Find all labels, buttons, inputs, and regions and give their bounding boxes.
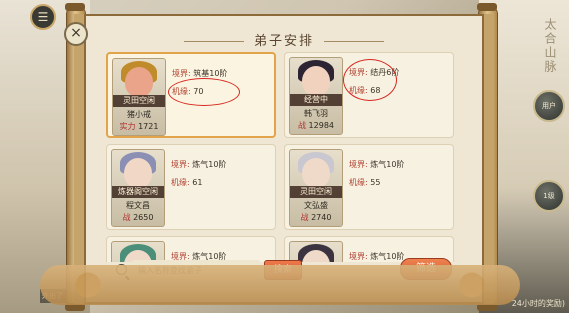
annotation-circle [343,59,397,101]
status-badge: 灵田空闲 [290,186,342,198]
disciple-name: 程文昌 [126,201,150,210]
realm-label: 境界: [349,160,368,169]
portrait-face [125,67,153,97]
realm-row: 境界: 炼气10阶 [349,159,404,170]
annotation-circle [168,78,240,106]
realm-value: 炼气10阶 [370,160,405,169]
disciple-portrait: 经营中 韩飞羽 战 12984 [289,57,343,135]
power-label: 战 [300,213,309,222]
disciple-power: 战 2650 [112,212,164,223]
disciple-power: 战 12984 [290,120,342,131]
power-label: 战 [122,213,131,222]
disciple-card[interactable]: 炼器阁空闲 程文昌 战 2650 境界: 炼气10阶 机缘: 61 [106,144,276,230]
panel-title: 弟子安排 [84,30,484,49]
disciple-panel: 弟子安排 灵田空闲 猪小戒 实力 1721 境界: 筑基10阶 机缘: 70 经… [74,14,494,304]
fortune-label: 机缘: [171,178,190,187]
close-button[interactable]: × [64,22,88,46]
power-value: 12984 [308,121,334,130]
disciple-card[interactable]: 灵田空闲 猪小戒 实力 1721 境界: 筑基10阶 机缘: 70 [106,52,276,138]
fortune-value: 55 [370,178,381,187]
fortune-value: 61 [192,178,203,187]
reward-text: 24小时的奖励) [511,299,565,308]
realm-row: 境界: 炼气10阶 [171,159,226,170]
status-badge: 灵田空闲 [113,95,165,107]
power-value: 2740 [311,213,332,222]
disciple-name: 猪小戒 [127,110,151,119]
power-label: 战 [298,121,306,130]
cloud-decoration [40,265,520,305]
status-badge: 炼器阁空闲 [112,186,164,198]
fortune-row: 机缘: 55 [349,177,380,188]
portrait-face [302,66,330,96]
disciple-name: 文弘盛 [304,201,328,210]
disciple-list[interactable]: 灵田空闲 猪小戒 实力 1721 境界: 筑基10阶 机缘: 70 经营中 韩飞… [106,52,466,262]
fortune-row: 机缘: 61 [171,177,202,188]
map-title: 太合山脉 [543,18,557,74]
fortune-label: 机缘: [349,178,368,187]
power-value: 1721 [138,122,159,131]
portrait-face [124,158,152,188]
user-button[interactable]: 用户 [533,90,565,122]
disciple-portrait: 灵田空闲 文弘盛 战 2740 [289,149,343,227]
realm-value: 筑基10阶 [193,69,228,78]
level-button[interactable]: 1级 [533,180,565,212]
disciple-power: 战 2740 [290,212,342,223]
realm-label: 境界: [171,160,190,169]
disciple-card[interactable]: 灵田空闲 文弘盛 战 2740 境界: 炼气10阶 机缘: 55 [284,144,454,230]
realm-value: 炼气10阶 [192,160,227,169]
power-label: 实力 [119,122,136,131]
disciple-portrait: 灵田空闲 猪小戒 实力 1721 [112,58,166,136]
menu-icon[interactable]: ☰ [30,4,56,30]
realm-label: 境界: [172,69,191,78]
disciple-portrait: 炼器阁空闲 程文昌 战 2650 [111,149,165,227]
portrait-face [302,158,330,188]
disciple-name: 韩飞羽 [304,109,328,118]
status-badge: 经营中 [290,94,342,106]
power-value: 2650 [133,213,154,222]
disciple-power: 实力 1721 [113,121,165,132]
disciple-card[interactable]: 经营中 韩飞羽 战 12984 境界: 结丹6阶 机缘: 68 [284,52,454,138]
